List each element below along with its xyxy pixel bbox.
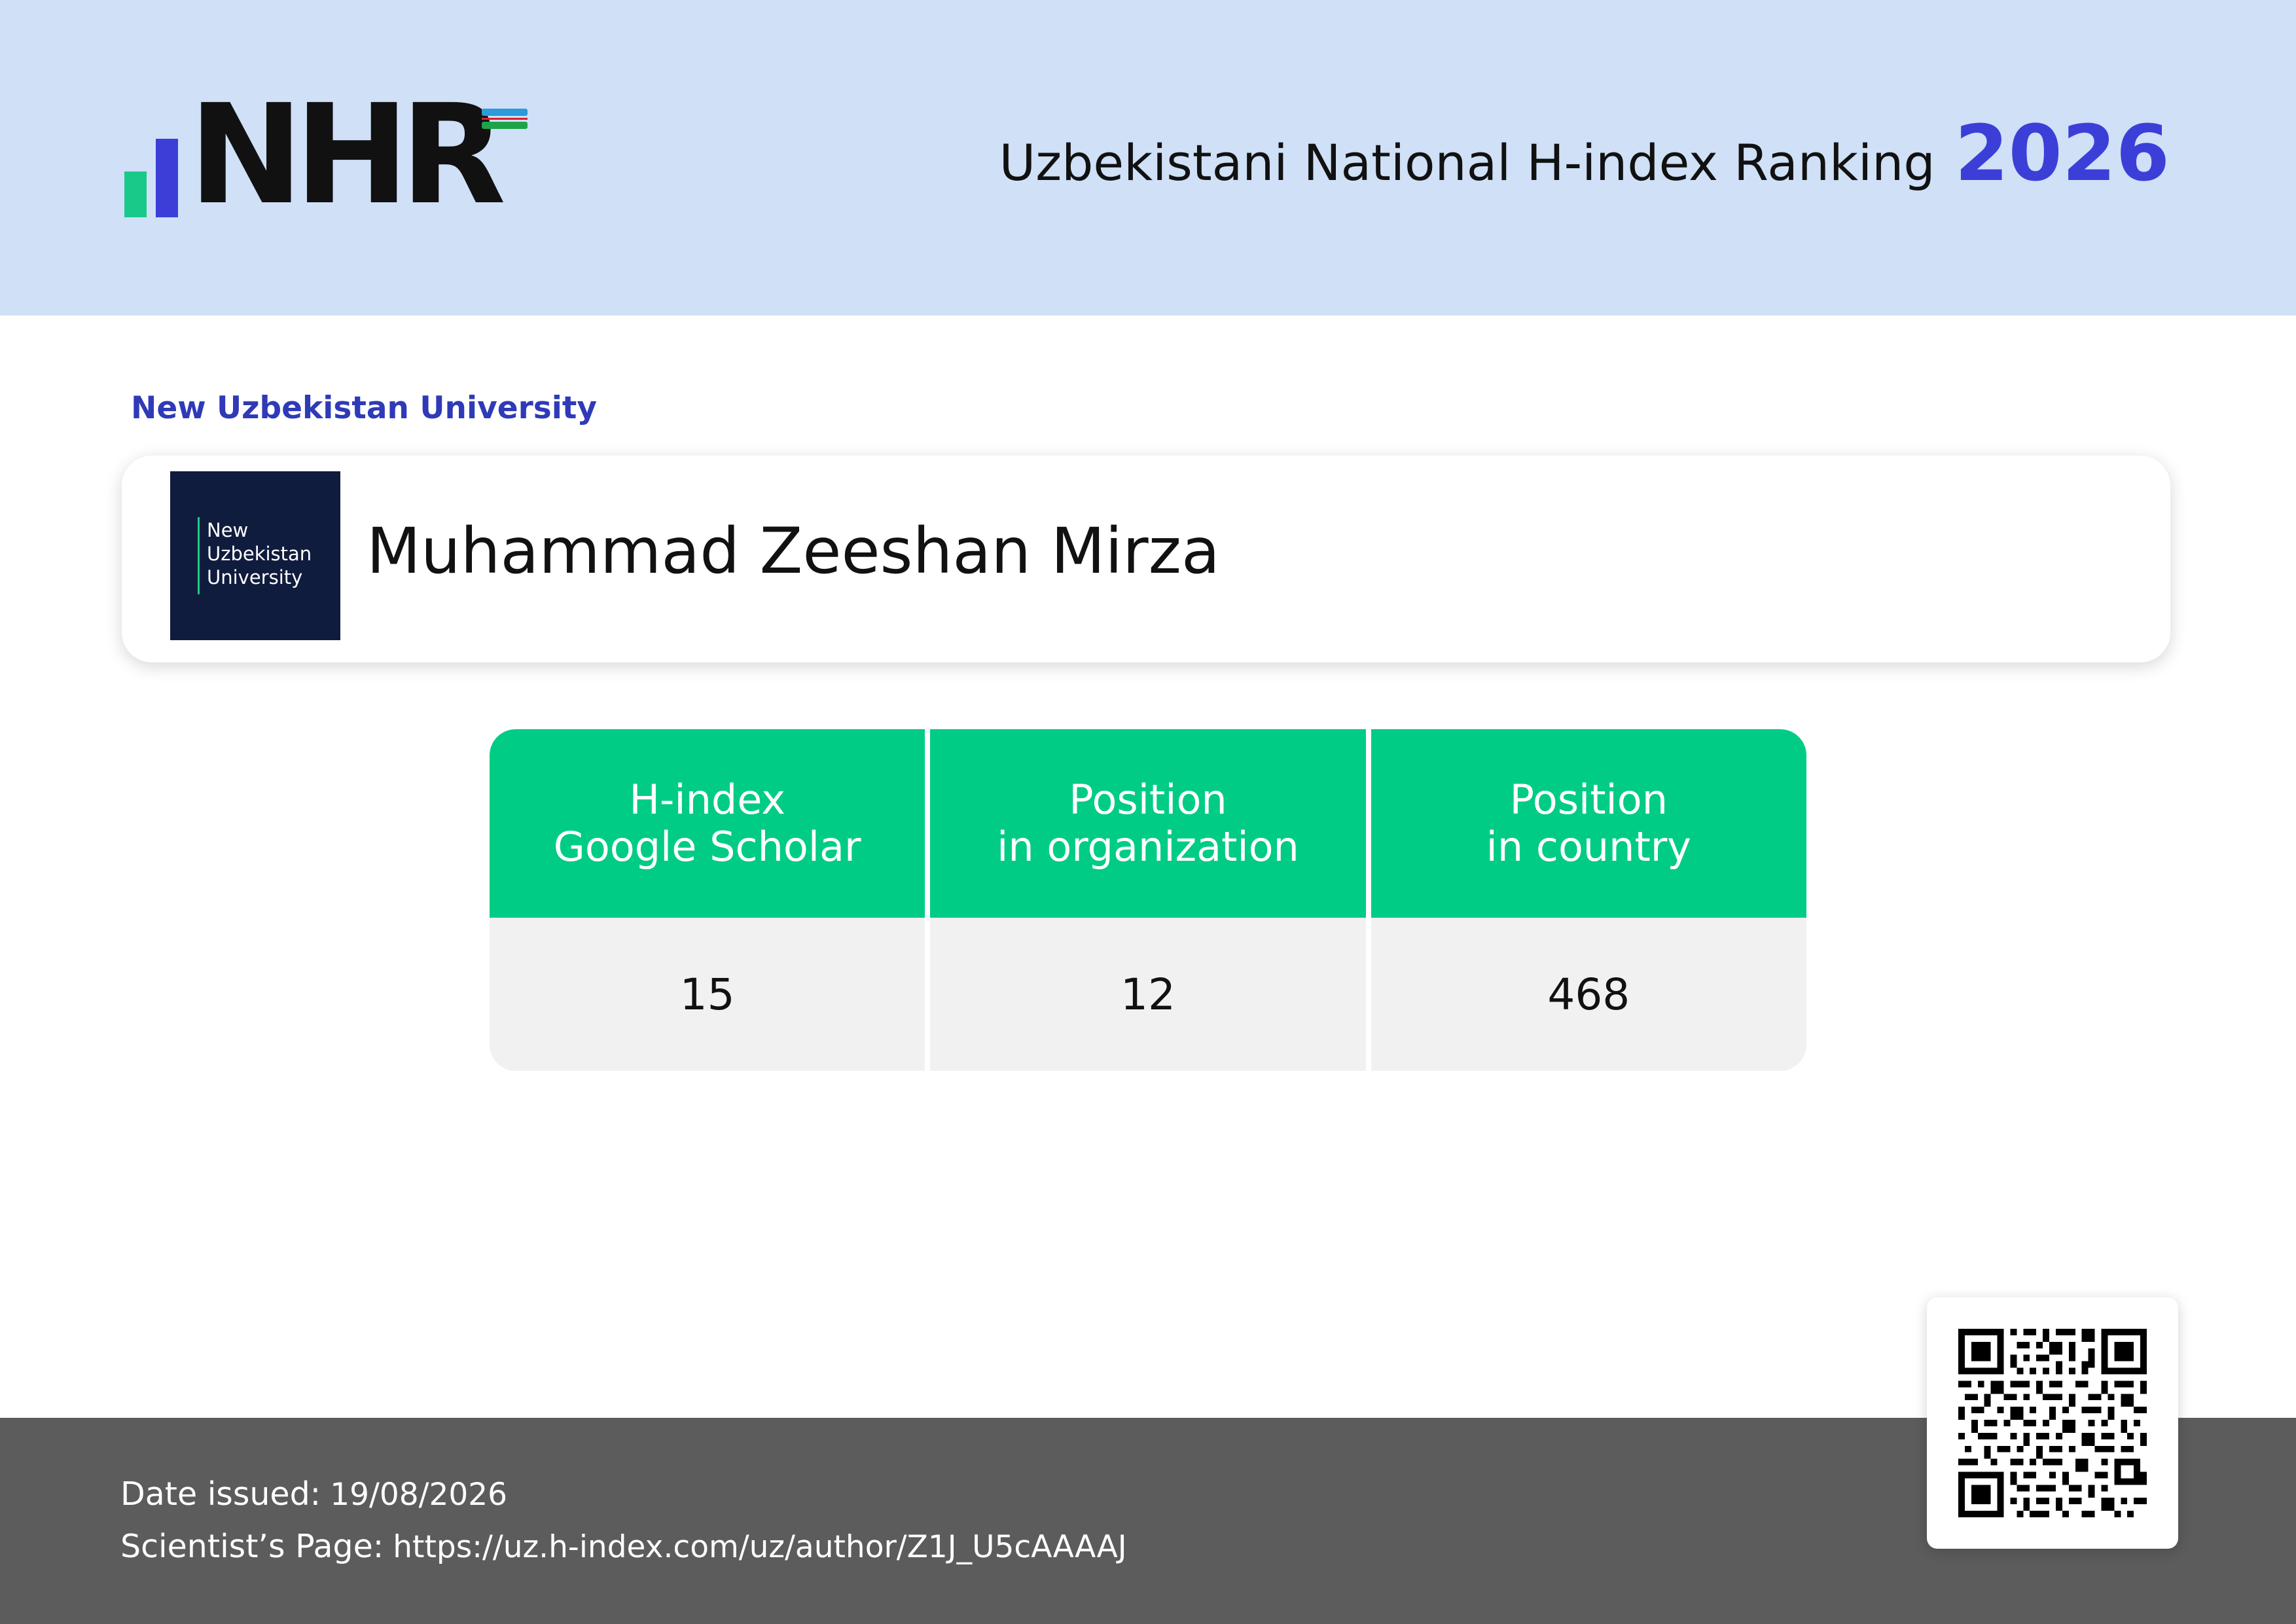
scientist-page-label: Scientist’s Page:	[120, 1528, 384, 1565]
stat-header: Position in organization	[930, 729, 1366, 918]
logo-bar-green	[124, 171, 147, 217]
logo-bar-blue	[156, 139, 178, 217]
stat-column-country-position: Position in country 468	[1371, 729, 1806, 1071]
qr-code-card	[1927, 1297, 2178, 1549]
nhr-logo: NHR	[124, 86, 543, 224]
stats-table: H-index Google Scholar 15 Position in or…	[490, 729, 1806, 1071]
stat-value-org-position: 12	[930, 918, 1366, 1071]
ranking-year: 2026	[1954, 108, 2170, 198]
scientist-page: Scientist’s Page: https://uz.h-index.com/…	[120, 1528, 1127, 1565]
uzbekistan-flag-icon	[482, 109, 528, 132]
university-logo-text: New Uzbekistan University	[207, 519, 312, 588]
qr-code-icon[interactable]	[1958, 1329, 2147, 1517]
header-band: NHR Uzbekistani National H-index Ranking…	[0, 0, 2296, 316]
scientist-card: New Uzbekistan University Muhammad Zeesh…	[122, 456, 2170, 662]
stat-value-country-position: 468	[1371, 918, 1806, 1071]
date-issued-value: 19/08/2026	[330, 1477, 508, 1513]
logo-accent-line	[198, 517, 200, 594]
scientist-name: Muhammad Zeeshan Mirza	[367, 514, 1220, 588]
logo-text: NHR	[188, 75, 506, 235]
stat-column-hindex: H-index Google Scholar 15	[490, 729, 925, 1071]
date-issued-label: Date issued:	[120, 1475, 321, 1513]
scientist-page-link[interactable]: https://uz.h-index.com/uz/author/Z1J_U5c…	[393, 1529, 1126, 1565]
stat-value-hindex: 15	[490, 918, 925, 1071]
organization-label: New Uzbekistan University	[131, 390, 597, 426]
stat-header: Position in country	[1371, 729, 1806, 918]
header-title: Uzbekistani National H-index Ranking 202…	[999, 108, 2170, 198]
date-issued: Date issued: 19/08/2026	[120, 1475, 507, 1513]
stat-column-org-position: Position in organization 12	[930, 729, 1366, 1071]
university-logo: New Uzbekistan University	[170, 471, 340, 640]
ranking-title: Uzbekistani National H-index Ranking	[999, 134, 1935, 192]
stat-header: H-index Google Scholar	[490, 729, 925, 918]
